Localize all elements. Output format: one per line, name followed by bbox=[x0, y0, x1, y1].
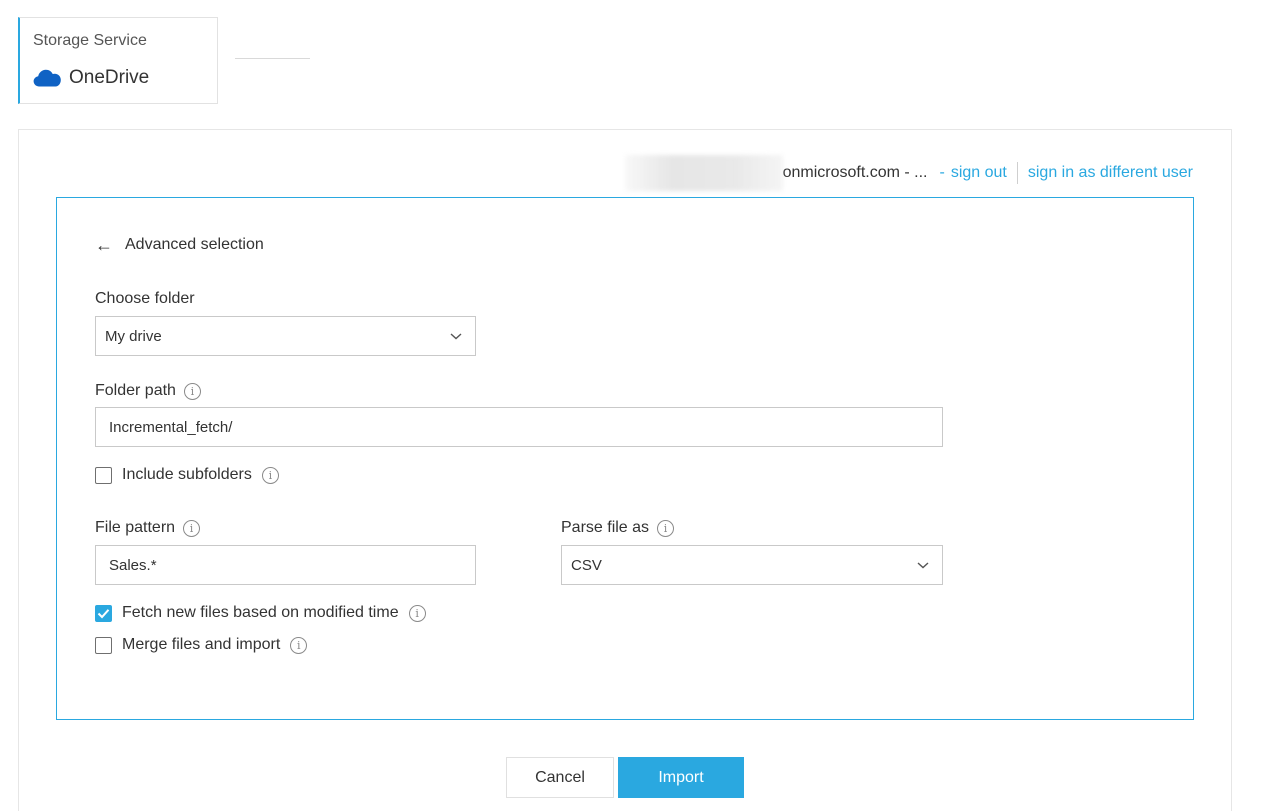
parse-file-as-label: Parse file as i bbox=[561, 519, 675, 537]
fetch-new-files-label: Fetch new files based on modified time bbox=[122, 604, 399, 621]
folder-path-label-text: Folder path bbox=[95, 382, 176, 399]
storage-service-label: Storage Service bbox=[33, 32, 147, 49]
folder-path-label: Folder path i bbox=[95, 382, 201, 400]
onedrive-label: OneDrive bbox=[69, 67, 150, 88]
choose-folder-value: My drive bbox=[105, 327, 162, 345]
back-advanced-selection-button[interactable]: ← Advanced selection bbox=[95, 236, 264, 254]
folder-path-value: Incremental_fetch/ bbox=[109, 418, 233, 436]
merge-files-checkbox[interactable] bbox=[95, 636, 112, 654]
parse-file-as-info-icon[interactable]: i bbox=[657, 519, 675, 537]
file-pattern-input[interactable]: Sales.* bbox=[95, 545, 476, 585]
parse-file-as-select[interactable]: CSV bbox=[561, 545, 943, 585]
onedrive-cloud-icon bbox=[33, 69, 61, 87]
chevron-down-icon bbox=[450, 333, 462, 340]
choose-folder-select[interactable]: My drive bbox=[95, 316, 476, 356]
folder-path-info-icon[interactable]: i bbox=[183, 382, 201, 400]
account-domain: onmicrosoft.com - ... bbox=[782, 164, 928, 181]
include-subfolders-label: Include subfolders bbox=[122, 466, 252, 483]
fetch-new-files-info-icon[interactable]: i bbox=[408, 604, 426, 622]
parse-file-as-value: CSV bbox=[571, 556, 602, 574]
advanced-selection-box: ← Advanced selection Choose folder My dr… bbox=[56, 197, 1194, 720]
import-button[interactable]: Import bbox=[618, 757, 744, 798]
checkmark-icon bbox=[97, 608, 110, 618]
file-pattern-label: File pattern i bbox=[95, 519, 201, 537]
parse-file-as-label-text: Parse file as bbox=[561, 519, 650, 536]
storage-service-name: OneDrive bbox=[33, 67, 149, 89]
folder-path-input[interactable]: Incremental_fetch/ bbox=[95, 407, 943, 447]
choose-folder-label-text: Choose folder bbox=[95, 290, 195, 307]
merge-files-label: Merge files and import bbox=[122, 636, 281, 653]
include-subfolders-info-icon[interactable]: i bbox=[261, 466, 279, 484]
merge-files-row: Merge files and import i bbox=[95, 636, 308, 654]
link-separator bbox=[1016, 162, 1018, 184]
merge-files-info-icon[interactable]: i bbox=[290, 636, 308, 654]
include-subfolders-row: Include subfolders i bbox=[95, 466, 279, 484]
account-email-redacted bbox=[624, 155, 783, 191]
fetch-new-files-row: Fetch new files based on modified time i bbox=[95, 604, 426, 622]
file-pattern-value: Sales.* bbox=[109, 556, 157, 574]
back-arrow-icon: ← bbox=[95, 235, 113, 255]
account-dash: - bbox=[939, 164, 945, 181]
file-pattern-info-icon[interactable]: i bbox=[183, 519, 201, 537]
choose-folder-label: Choose folder bbox=[95, 290, 195, 308]
main-panel: onmicrosoft.com - ... - sign out sign in… bbox=[18, 129, 1232, 811]
divider-line bbox=[235, 58, 310, 59]
chevron-down-icon bbox=[917, 562, 929, 569]
storage-service-card[interactable]: Storage Service OneDrive bbox=[18, 17, 218, 104]
sign-in-different-user-link[interactable]: sign in as different user bbox=[1028, 164, 1193, 182]
advanced-selection-title: Advanced selection bbox=[125, 236, 264, 253]
file-pattern-label-text: File pattern bbox=[95, 519, 176, 536]
include-subfolders-checkbox[interactable] bbox=[95, 466, 112, 484]
fetch-new-files-checkbox[interactable] bbox=[95, 604, 112, 622]
sign-out-link[interactable]: sign out bbox=[951, 164, 1007, 182]
cancel-button[interactable]: Cancel bbox=[506, 757, 614, 798]
account-bar: onmicrosoft.com - ... - sign out sign in… bbox=[624, 155, 1193, 191]
